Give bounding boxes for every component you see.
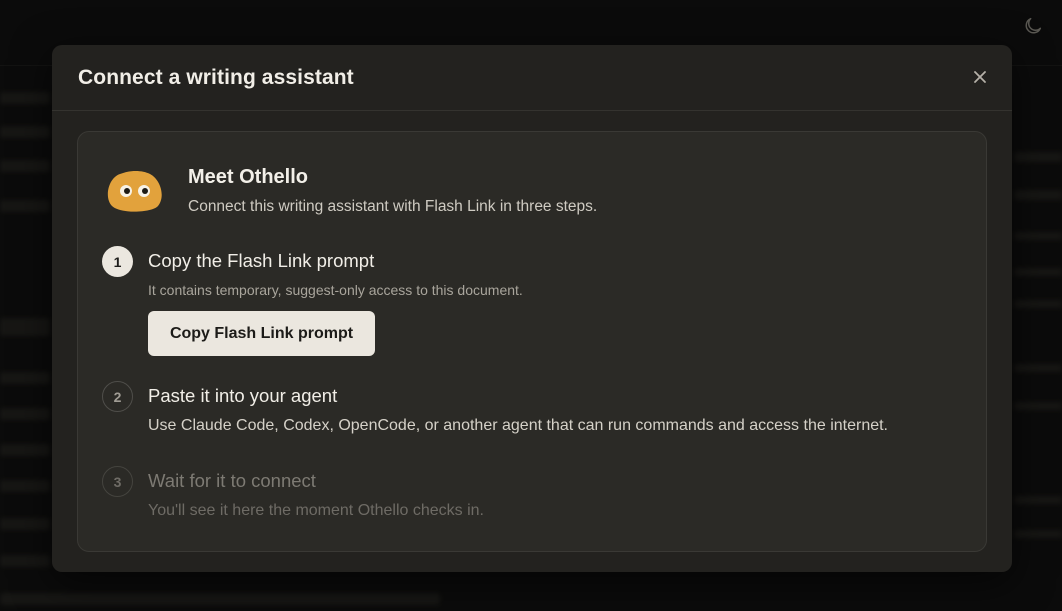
step-number-badge: 1 xyxy=(102,246,133,277)
step-number-badge: 2 xyxy=(102,381,133,412)
othello-avatar-icon xyxy=(106,168,164,216)
connect-assistant-dialog: Connect a writing assistant Meet Othello… xyxy=(52,45,1012,572)
copy-flash-link-button[interactable]: Copy Flash Link prompt xyxy=(148,311,375,356)
step-description: You'll see it here the moment Othello ch… xyxy=(148,502,484,519)
step-description: It contains temporary, suggest-only acce… xyxy=(148,282,523,298)
assistant-name: Meet Othello xyxy=(188,166,309,188)
close-icon[interactable] xyxy=(970,67,990,87)
step-1: 1 Copy the Flash Link prompt It contains… xyxy=(102,246,962,361)
step-title: Paste it into your agent xyxy=(148,385,338,406)
step-description: Use Claude Code, Codex, OpenCode, or ano… xyxy=(148,417,888,434)
dialog-header: Connect a writing assistant xyxy=(52,45,1012,111)
step-number-badge: 3 xyxy=(102,466,133,497)
step-3: 3 Wait for it to connect You'll see it h… xyxy=(102,466,962,526)
step-2: 2 Paste it into your agent Use Claude Co… xyxy=(102,381,962,441)
dialog-title: Connect a writing assistant xyxy=(78,65,354,89)
assistant-subtitle: Connect this writing assistant with Flas… xyxy=(188,198,598,215)
setup-card: Meet Othello Connect this writing assist… xyxy=(77,131,987,552)
assistant-intro: Meet Othello Connect this writing assist… xyxy=(106,166,946,226)
step-title: Wait for it to connect xyxy=(148,470,316,491)
step-title: Copy the Flash Link prompt xyxy=(148,250,375,271)
